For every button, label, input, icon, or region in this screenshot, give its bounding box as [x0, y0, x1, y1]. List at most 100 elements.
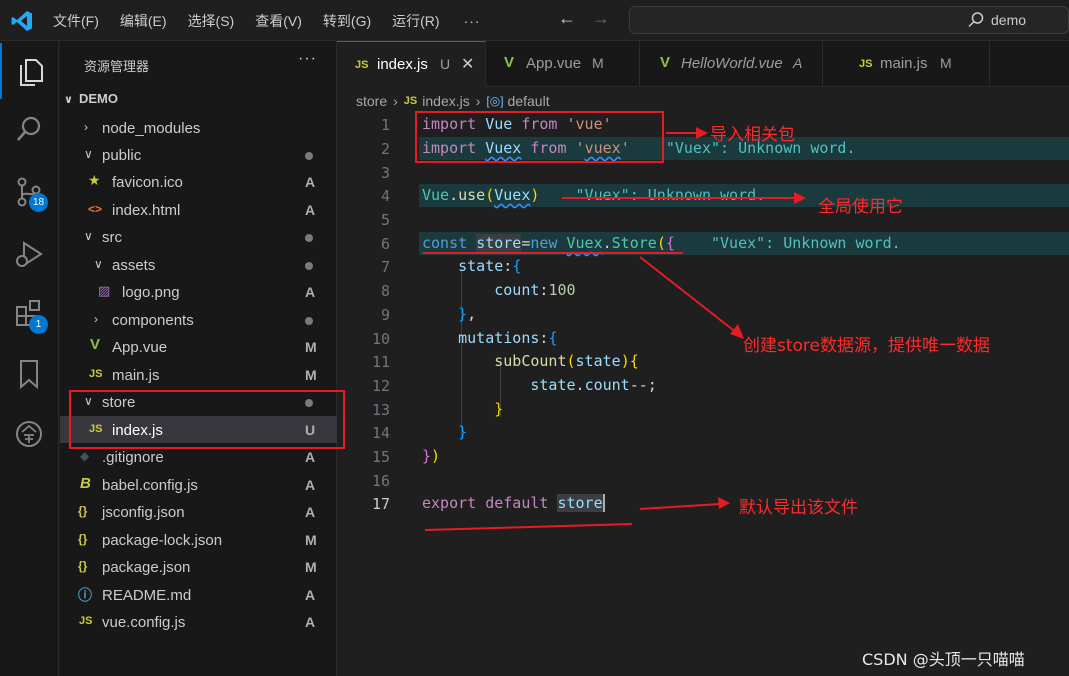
- workspace-root[interactable]: ∨ DEMO: [64, 91, 118, 106]
- html-file-icon: <>: [88, 202, 103, 216]
- explorer-more-button[interactable]: ···: [298, 50, 317, 68]
- tab-app-vue[interactable]: V App.vue M: [486, 41, 640, 87]
- tree-item-package-lock[interactable]: {} package-lock.json M: [60, 526, 337, 553]
- code-editor[interactable]: 1 2 3 4 5 6 7 8 9 10 11 12 13 14 15 16 1…: [337, 112, 1069, 676]
- vue-file-icon: V: [504, 54, 515, 71]
- source-control-badge: 18: [29, 193, 48, 212]
- json-file-icon: {}: [78, 559, 88, 573]
- tree-item-label: src: [102, 229, 122, 246]
- tree-item-jsconfig[interactable]: {} jsconfig.json A: [60, 498, 337, 525]
- bookmarks-activity[interactable]: [0, 345, 59, 401]
- tab-label: HelloWorld.vue: [681, 55, 783, 72]
- annotation-export: 默认导出该文件: [739, 498, 858, 518]
- status-badge: A: [305, 202, 316, 218]
- menu-bar: 文件(F) 编辑(E) 选择(S) 查看(V) 转到(G) 运行(R) ···: [42, 0, 491, 41]
- tree-item-label: package.json: [102, 559, 191, 576]
- status-badge: A: [305, 587, 316, 603]
- js-file-icon: JS: [403, 95, 418, 107]
- line-number: 5: [380, 211, 390, 229]
- menu-more[interactable]: ···: [450, 13, 491, 29]
- tab-index-js[interactable]: JS index.js U ✕: [337, 41, 486, 87]
- tree-item-node-modules[interactable]: › node_modules: [60, 114, 337, 141]
- source-control-activity[interactable]: 18: [0, 163, 59, 219]
- symbol-icon: [◎]: [486, 94, 504, 108]
- tree-item-label: vue.config.js: [102, 614, 186, 631]
- vue-file-icon: V: [660, 54, 671, 71]
- menu-run[interactable]: 运行(R): [381, 11, 449, 31]
- tree-item-index-html[interactable]: <> index.html A: [60, 196, 337, 223]
- tab-label: main.js: [880, 55, 928, 72]
- image-file-icon: ▨: [98, 283, 111, 298]
- diagnostic-message: "Vuex": Unknown word.: [575, 186, 766, 204]
- tab-status: M: [592, 55, 604, 71]
- back-arrow-icon[interactable]: ←: [558, 8, 576, 29]
- code-line: }): [422, 447, 441, 465]
- js-file-icon: JS: [89, 368, 103, 380]
- menu-edit[interactable]: 编辑(E): [109, 11, 177, 31]
- chevron-down-icon: ∨: [84, 229, 93, 243]
- tree-item-label: babel.config.js: [102, 477, 198, 494]
- tree-item-main-js[interactable]: JS main.js M: [60, 361, 337, 388]
- extensions-activity[interactable]: 1: [0, 285, 59, 341]
- git-file-icon: ◆: [80, 449, 90, 463]
- tree-item-babel-config[interactable]: B babel.config.js A: [60, 471, 337, 498]
- tree-item-label: App.vue: [112, 339, 168, 356]
- chevron-down-icon: ∨: [94, 257, 103, 271]
- line-number: 2: [380, 140, 390, 158]
- json-file-icon: {}: [78, 504, 88, 518]
- menu-view[interactable]: 查看(V): [244, 11, 312, 31]
- tree-item-app-vue[interactable]: V App.vue M: [60, 333, 337, 360]
- forward-arrow-icon[interactable]: →: [592, 8, 610, 29]
- chevron-right-icon: ›: [94, 312, 98, 326]
- tree-item-assets[interactable]: ∨ assets: [60, 251, 337, 278]
- explorer-activity[interactable]: [0, 43, 59, 99]
- babel-file-icon: B: [80, 475, 91, 492]
- line-number: 15: [371, 448, 390, 466]
- tree-item-label: components: [112, 312, 194, 329]
- remote-activity[interactable]: [0, 405, 59, 461]
- tab-helloworld-vue[interactable]: V HelloWorld.vue A: [640, 41, 823, 87]
- status-badge: M: [305, 532, 317, 548]
- line-number: 3: [380, 164, 390, 182]
- breadcrumb-folder[interactable]: store: [356, 93, 387, 109]
- tree-item-label: index.html: [112, 202, 181, 219]
- line-number: 1: [380, 116, 390, 134]
- command-center-search[interactable]: demo: [629, 6, 1069, 34]
- status-badge: A: [305, 174, 316, 190]
- line-number: 7: [380, 258, 390, 276]
- search-icon: [968, 12, 984, 28]
- tree-item-components[interactable]: › components: [60, 306, 337, 333]
- remote-explorer-icon: [16, 421, 42, 447]
- line-number: 9: [380, 306, 390, 324]
- tab-main-js[interactable]: JS main.js M: [823, 41, 990, 87]
- tree-item-src[interactable]: ∨ src: [60, 223, 337, 250]
- tree-item-vue-config[interactable]: JS vue.config.js A: [60, 608, 337, 635]
- code-line: },: [458, 305, 477, 323]
- chevron-down-icon: ∨: [84, 147, 93, 161]
- menu-go[interactable]: 转到(G): [312, 11, 381, 31]
- breadcrumb-file[interactable]: index.js: [422, 93, 469, 109]
- tree-item-label: main.js: [112, 367, 160, 384]
- breadcrumb-symbol[interactable]: default: [508, 93, 550, 109]
- tree-item-logo[interactable]: ▨ logo.png A: [60, 278, 337, 305]
- status-dot: [305, 317, 313, 325]
- vscode-logo-icon: [11, 11, 32, 31]
- tree-item-label: README.md: [102, 587, 192, 604]
- tree-item-package-json[interactable]: {} package.json M: [60, 553, 337, 580]
- search-activity[interactable]: [0, 101, 59, 157]
- tree-item-label: package-lock.json: [102, 532, 223, 549]
- tree-item-public[interactable]: ∨ public: [60, 141, 337, 168]
- tab-label: App.vue: [526, 55, 582, 72]
- status-badge: A: [305, 284, 316, 300]
- tree-item-readme[interactable]: ⓘ README.md A: [60, 581, 337, 608]
- menu-selection[interactable]: 选择(S): [177, 11, 245, 31]
- annotation-import: 导入相关包: [710, 125, 795, 145]
- run-debug-activity[interactable]: [0, 225, 59, 281]
- diagnostic-message: "Vuex": Unknown word.: [711, 234, 901, 252]
- close-icon[interactable]: ✕: [461, 54, 474, 74]
- tree-item-favicon[interactable]: ★ favicon.ico A: [60, 168, 337, 195]
- menu-file[interactable]: 文件(F): [42, 11, 109, 31]
- js-file-icon: JS: [79, 615, 93, 627]
- tree-item-label: favicon.ico: [112, 174, 183, 191]
- breadcrumb: store › JS index.js › [◎] default: [356, 91, 550, 111]
